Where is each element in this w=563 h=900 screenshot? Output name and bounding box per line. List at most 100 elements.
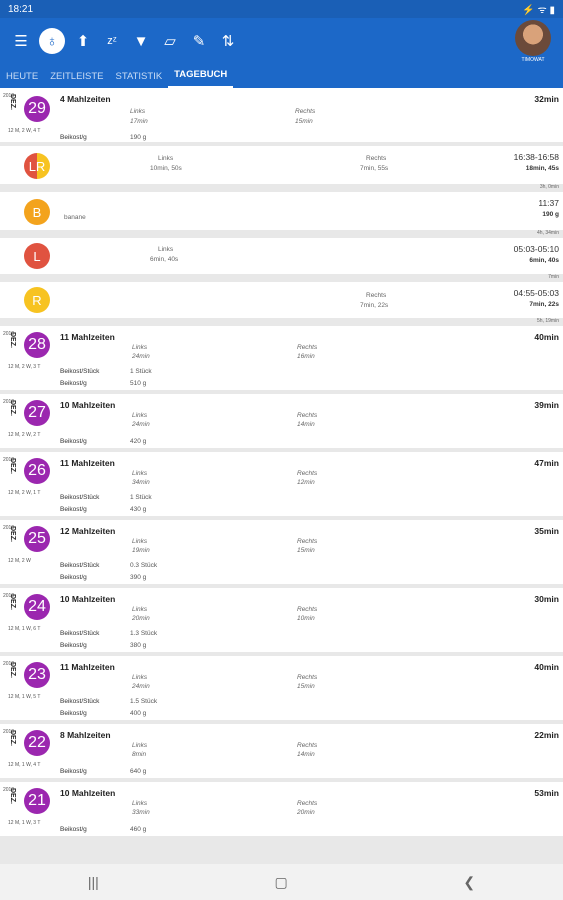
- right-label: Rechts: [297, 742, 318, 749]
- day-row[interactable]: 2019 DEZ. 28 12 M, 2 W, 3 T 11 Mahlzeiten 40m…: [0, 326, 563, 394]
- right-value: 10min: [297, 615, 315, 622]
- year-label: 2019: [3, 457, 15, 463]
- left-value: 33min: [132, 809, 150, 816]
- right-label: Rechts: [297, 674, 318, 681]
- month-label: DEZ.: [9, 400, 16, 416]
- total-duration: 40min: [534, 332, 559, 342]
- beikost-label: Beikost/g: [60, 438, 87, 445]
- left-value: 24min: [132, 683, 150, 690]
- right-value: 15min: [297, 547, 315, 554]
- feed-entry[interactable]: R Rechts 7min, 22s 04:55-05:03 7min, 22s: [0, 282, 563, 318]
- left-value: 6min, 40s: [150, 256, 179, 263]
- left-label: Links: [132, 412, 148, 419]
- left-value: 24min: [132, 353, 150, 360]
- day-row[interactable]: 2019 DEZ. 24 12 M, 1 W, 6 T 10 Mahlzeiten 30m…: [0, 588, 563, 656]
- age-label: 12 M, 1 W, 6 T: [8, 626, 41, 632]
- sort-icon[interactable]: ⇅: [217, 30, 239, 52]
- left-label: Links: [132, 800, 148, 807]
- day-list: 2019 DEZ. 28 12 M, 2 W, 3 T 11 Mahlzeiten 40m…: [0, 326, 563, 840]
- entry-note: banane: [64, 214, 86, 221]
- profile[interactable]: TIMOWAT: [513, 20, 553, 63]
- feed-entry[interactable]: B banane 11:37 190 g: [0, 192, 563, 230]
- gap-row: 5h, 19min: [0, 318, 563, 326]
- tab-bar: HEUTE ZEITLEISTE STATISTIK TAGEBUCH: [0, 64, 563, 88]
- beikost-value: 390 g: [130, 574, 147, 581]
- beikost-value: 460 g: [130, 826, 147, 833]
- year-label: 2019: [3, 525, 15, 531]
- left-label: Links: [158, 155, 174, 162]
- right-value: 14min: [297, 421, 315, 428]
- total-duration: 22min: [534, 730, 559, 740]
- day-row[interactable]: 2019 DEZ. 21 12 M, 1 W, 3 T 10 Mahlzeiten 53m…: [0, 782, 563, 840]
- left-label: Links: [132, 538, 148, 545]
- age-label: 12 M, 2 W, 1 T: [8, 490, 41, 496]
- gap-row: 4h, 34min: [0, 230, 563, 238]
- day-badge: 21: [24, 788, 50, 814]
- day-row[interactable]: 2019 DEZ. 25 12 M, 2 W 12 Mahlzeiten 35min Lin…: [0, 520, 563, 588]
- year-label: 2019: [3, 787, 15, 793]
- recents-icon[interactable]: |||: [88, 874, 99, 890]
- day-row[interactable]: 2019 DEZ. 22 12 M, 1 W, 4 T 8 Mahlzeiten 22mi…: [0, 724, 563, 782]
- feed-entry[interactable]: L Links 6min, 40s 05:03-05:10 6min, 40s: [0, 238, 563, 274]
- left-label: Links: [132, 344, 148, 351]
- day-row[interactable]: 2019 DEZ. 27 12 M, 2 W, 2 T 10 Mahlzeiten 39m…: [0, 394, 563, 452]
- age-label: 12 M, 2 W: [8, 558, 31, 564]
- ruler-icon[interactable]: ▱: [159, 30, 181, 52]
- menu-icon[interactable]: ☰: [10, 30, 32, 52]
- left-value: 8min: [132, 751, 147, 758]
- beikost-label: Beikost/g: [60, 574, 87, 581]
- sleep-icon[interactable]: zᶻ: [101, 30, 123, 52]
- meals-count: 10 Mahlzeiten: [60, 594, 116, 604]
- month-label: DEZ.: [9, 458, 16, 474]
- entry-duration: 6min, 40s: [529, 257, 559, 264]
- home-icon[interactable]: ▢: [274, 874, 287, 891]
- day-row[interactable]: 2019 DEZ. 26 12 M, 2 W, 1 T 11 Mahlzeiten 47m…: [0, 452, 563, 520]
- tab-zeitleiste[interactable]: ZEITLEISTE: [44, 64, 109, 88]
- avatar[interactable]: [515, 20, 551, 56]
- medicine-icon[interactable]: ✎: [188, 30, 210, 52]
- day-row[interactable]: 2019 DEZ. 29 12 M, 2 W, 4 T 4 Mahlzeiten…: [0, 88, 563, 146]
- growth-icon[interactable]: ⬆: [72, 30, 94, 52]
- year-label: 2019: [3, 93, 15, 99]
- diary-list: 2019 DEZ. 29 12 M, 2 W, 4 T 4 Mahlzeiten…: [0, 88, 563, 864]
- right-value: 7min, 55s: [360, 165, 389, 172]
- beikost-label: Beikost/Stück: [60, 494, 100, 501]
- day-badge: 22: [24, 730, 50, 756]
- right-label: Rechts: [295, 108, 316, 115]
- right-value: 12min: [297, 479, 315, 486]
- right-label: Rechts: [297, 344, 318, 351]
- right-label: Rechts: [366, 155, 387, 162]
- day-badge: 28: [24, 332, 50, 358]
- left-value: 10min, 50s: [150, 165, 182, 172]
- total-duration: 47min: [534, 458, 559, 468]
- meals-count: 8 Mahlzeiten: [60, 730, 111, 740]
- right-label: Rechts: [297, 606, 318, 613]
- entry-amount: 190 g: [542, 211, 559, 218]
- feed-entry[interactable]: LR Links 10min, 50s Rechts 7min, 55s 16:…: [0, 146, 563, 184]
- pump-icon[interactable]: ▼: [130, 30, 152, 52]
- day-badge: 23: [24, 662, 50, 688]
- bottle-icon[interactable]: ♁: [39, 28, 65, 54]
- beikost-value: 190 g: [130, 134, 147, 141]
- beikost-value: 400 g: [130, 710, 147, 717]
- left-label: Links: [132, 470, 148, 477]
- tab-statistik[interactable]: STATISTIK: [110, 64, 169, 88]
- both-sides-icon: LR: [24, 153, 50, 179]
- meals-count: 11 Mahlzeiten: [60, 662, 115, 672]
- day-row[interactable]: 2019 DEZ. 23 12 M, 1 W, 5 T 11 Mahlzeiten 40m…: [0, 656, 563, 724]
- beikost-label: Beikost/g: [60, 642, 87, 649]
- beikost-label: Beikost/g: [60, 134, 87, 141]
- age-label: 12 M, 1 W, 4 T: [8, 762, 41, 768]
- left-label: Links: [132, 674, 148, 681]
- back-icon[interactable]: ❮: [463, 874, 475, 891]
- entry-time: 05:03-05:10: [513, 244, 559, 254]
- beikost-value: 1.5 Stück: [130, 698, 158, 705]
- month-label: DEZ.: [9, 94, 16, 110]
- gap-duration: 3h, 0min: [539, 184, 559, 190]
- tab-heute[interactable]: HEUTE: [0, 64, 44, 88]
- gap-duration: 4h, 34min: [537, 230, 559, 236]
- right-label: Rechts: [297, 412, 318, 419]
- beikost-label: Beikost/g: [60, 380, 87, 387]
- tab-tagebuch[interactable]: TAGEBUCH: [168, 64, 234, 88]
- beikost-value: 510 g: [130, 380, 147, 387]
